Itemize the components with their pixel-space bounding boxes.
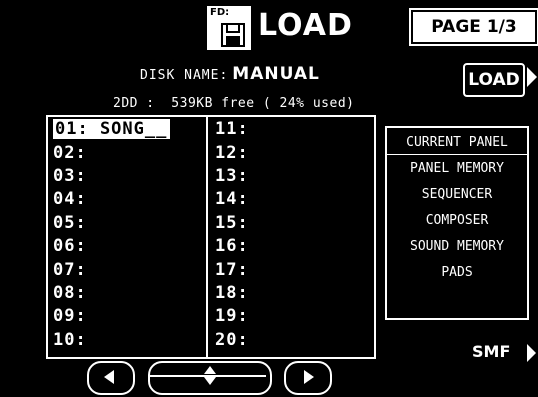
load-button[interactable]: LOAD [463,63,525,97]
arrow-left-icon [104,370,114,384]
slot-10[interactable]: 10: [53,330,87,350]
scroll-up-down-button[interactable] [148,361,272,395]
smf-arrow-icon[interactable] [527,344,536,362]
disk-icon: FD: [207,6,251,50]
slot-16[interactable]: 16: [215,236,249,256]
slot-15[interactable]: 15: [215,213,249,233]
disk-icon-tag: FD: [210,7,230,18]
type-sound-memory[interactable]: SOUND MEMORY [387,236,527,258]
type-sequencer[interactable]: SEQUENCER [387,184,527,206]
song-slot-list: 01: SONG__ 02: 03: 04: 05: 06: 07: 08: 0… [46,115,376,359]
floppy-disk-icon [221,23,245,47]
scroll-left-button[interactable] [87,361,135,395]
scroll-right-button[interactable] [284,361,332,395]
disk-name-label: DISK NAME: [140,68,229,83]
slot-11[interactable]: 11: [215,119,249,139]
page-title: LOAD [258,8,353,43]
slot-07[interactable]: 07: [53,260,87,280]
column-divider [206,115,208,359]
slot-05[interactable]: 05: [53,213,87,233]
arrow-down-icon [204,377,216,385]
slot-19[interactable]: 19: [215,306,249,326]
slot-01[interactable]: 01: SONG__ [53,119,171,139]
slot-17[interactable]: 17: [215,260,249,280]
load-type-panel: CURRENT PANEL PANEL MEMORY SEQUENCER COM… [385,126,529,320]
slot-06[interactable]: 06: [53,236,87,256]
slot-18[interactable]: 18: [215,283,249,303]
disk-info: 2DD : 539KB free ( 24% used) [113,96,355,111]
type-pads[interactable]: PADS [387,262,527,284]
slot-09[interactable]: 09: [53,306,87,326]
slot-12[interactable]: 12: [215,143,249,163]
slot-20[interactable]: 20: [215,330,249,350]
type-current-panel[interactable]: CURRENT PANEL [387,132,527,155]
page-indicator[interactable]: PAGE 1/3 [411,10,537,44]
type-composer[interactable]: COMPOSER [387,210,527,232]
disk-name-value: MANUAL [232,64,320,84]
slot-03[interactable]: 03: [53,166,87,186]
slot-04[interactable]: 04: [53,189,87,209]
slot-13[interactable]: 13: [215,166,249,186]
type-panel-memory[interactable]: PANEL MEMORY [387,158,527,180]
arrow-right-icon [304,370,314,384]
smf-button[interactable]: SMF [472,342,510,361]
disk-name-row: DISK NAME: MANUAL [140,64,320,84]
slot-14[interactable]: 14: [215,189,249,209]
slot-02[interactable]: 02: [53,143,87,163]
load-arrow-icon[interactable] [527,67,537,87]
arrow-up-icon [204,366,216,374]
slot-08[interactable]: 08: [53,283,87,303]
